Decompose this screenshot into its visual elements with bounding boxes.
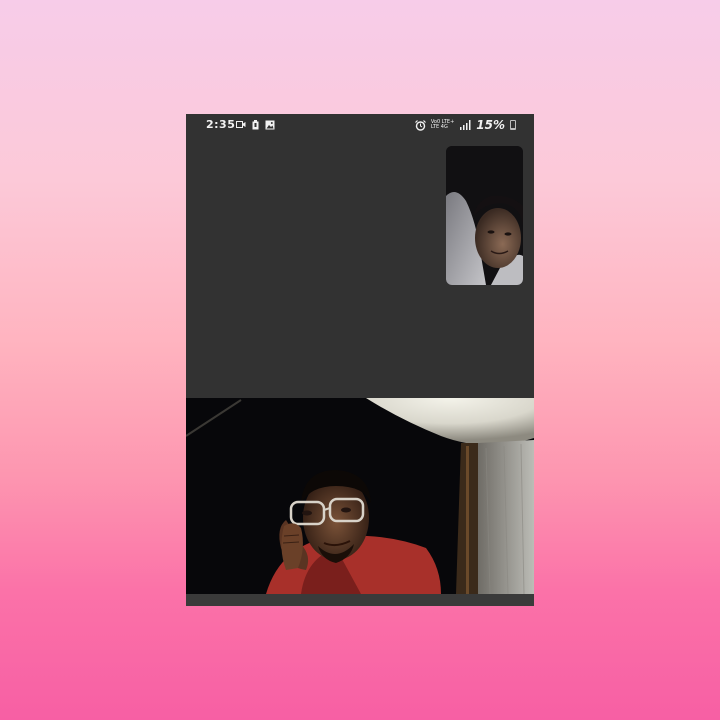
gallery-icon <box>265 120 275 130</box>
phone-screen: 2:35 Vo0 LTE+ LTE 4G 15% <box>186 114 534 606</box>
battery-percent: 15% <box>476 118 505 132</box>
status-bar: 2:35 Vo0 LTE+ LTE 4G 15% <box>186 114 534 136</box>
signal-icon <box>460 120 471 130</box>
video-recorder-icon <box>236 121 246 128</box>
status-right-icons: Vo0 LTE+ LTE 4G 15% <box>414 118 516 132</box>
battery-saver-icon <box>252 120 259 130</box>
network-line-2: LTE 4G <box>430 124 448 130</box>
battery-icon <box>510 120 516 130</box>
alarm-icon <box>414 119 426 131</box>
self-preview-window[interactable] <box>446 146 523 285</box>
self-preview-image <box>446 146 523 285</box>
bottom-strip <box>186 594 534 606</box>
main-feed-image <box>186 398 534 594</box>
volte-icon: Vo0 LTE+ LTE 4G <box>431 120 454 130</box>
status-time: 2:35 <box>206 118 236 131</box>
main-camera-feed <box>186 398 534 594</box>
status-left-icons <box>236 120 275 130</box>
